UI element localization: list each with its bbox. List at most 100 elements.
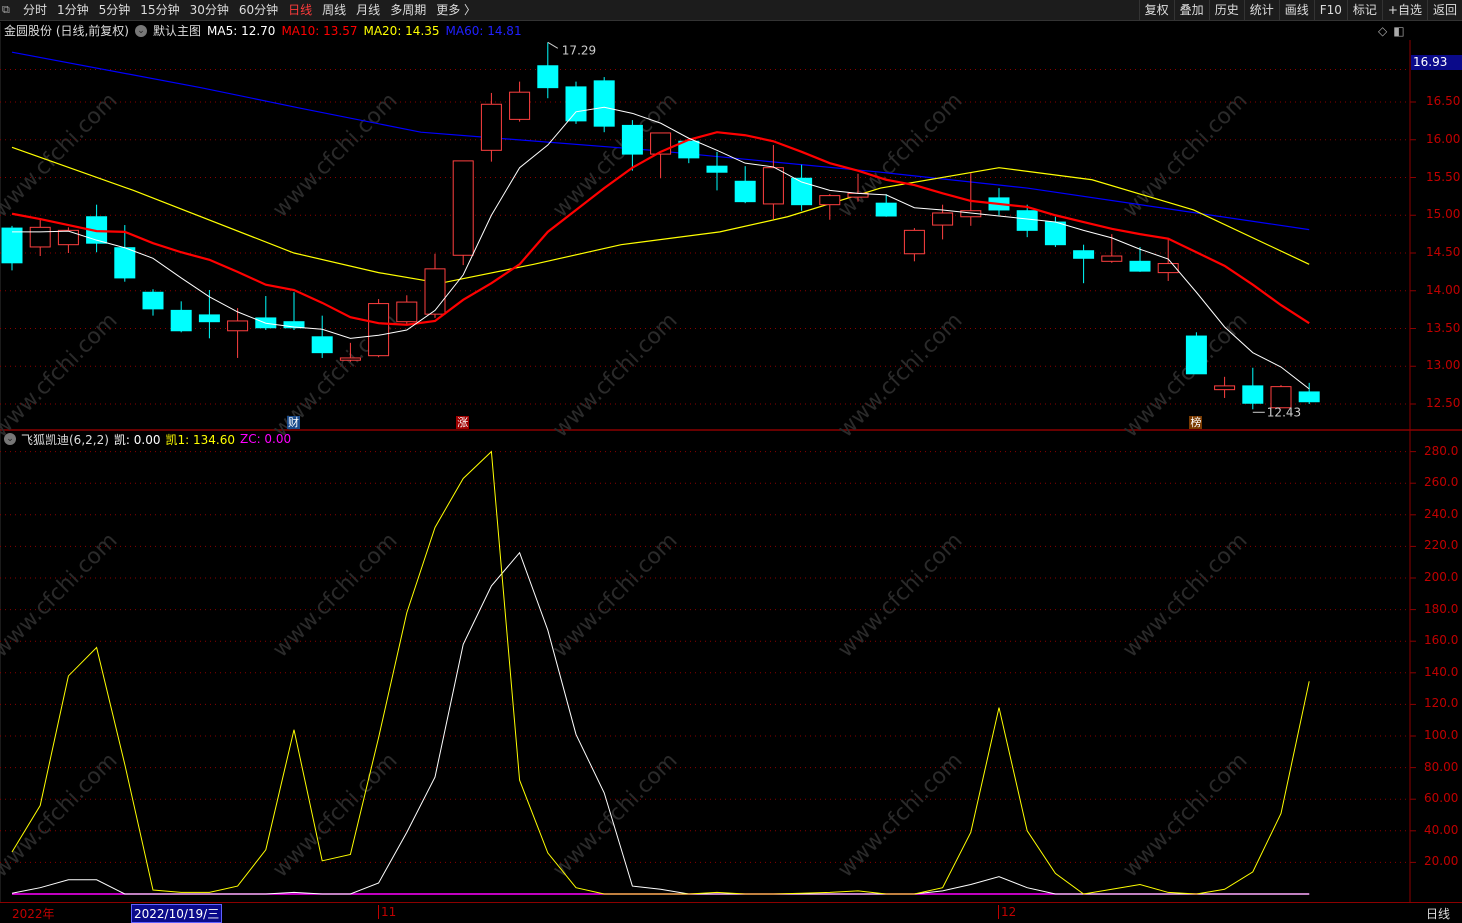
indicator-tick-label: 40.00 [1424, 822, 1459, 837]
chevron-down-icon[interactable]: ⌄ [4, 433, 16, 445]
high-pointer [547, 41, 559, 49]
event-marker[interactable]: 榜 [1189, 416, 1203, 429]
layout-toggle-icon[interactable]: ◧ [1393, 24, 1404, 38]
watermark: www.cfchi.com [268, 88, 402, 222]
template-name[interactable]: 默认主图 [153, 22, 201, 39]
price-tick-label: 12.50 [1426, 396, 1461, 410]
price-tick-label: 16.50 [1426, 94, 1461, 108]
candle-down [1044, 221, 1066, 246]
adjust-button[interactable]: 复权 [1138, 0, 1174, 21]
stock-name: 金圆股份 (日线,前复权) [4, 24, 129, 38]
candle-down [1129, 260, 1151, 272]
draw-button[interactable]: 画线 [1278, 0, 1314, 21]
watermark: www.cfchi.com [1118, 528, 1252, 662]
watermark: www.cfchi.com [833, 88, 967, 222]
candle-up [1157, 263, 1179, 274]
kai-line [11, 551, 1310, 895]
add-watchlist-button[interactable]: +自选 [1381, 0, 1427, 21]
high-price-label: 17.29 [562, 43, 596, 57]
price-tick-label: 16.00 [1426, 131, 1461, 146]
candle-down [593, 80, 615, 127]
candle-down [114, 247, 136, 279]
ma10-value: MA10: 13.57 [281, 23, 358, 38]
event-marker[interactable]: 涨 [456, 416, 470, 429]
candle-down [170, 309, 192, 332]
watermark: www.cfchi.com [548, 528, 682, 662]
candle-up [509, 91, 531, 120]
price-tick-label: 14.50 [1426, 245, 1461, 259]
watermark: www.cfchi.com [833, 528, 967, 662]
candle-up [339, 357, 361, 361]
watermark: www.cfchi.com [0, 748, 123, 882]
watermark: www.cfchi.com [0, 308, 123, 442]
candle-down [875, 202, 897, 217]
candle-down [537, 65, 559, 89]
watermark: www.cfchi.com [268, 528, 402, 662]
candle-down [1185, 335, 1207, 375]
candle-down [706, 165, 728, 173]
month-12-label: 12 [998, 905, 1016, 919]
event-marker[interactable]: 财 [287, 416, 300, 429]
f10-button[interactable]: F10 [1313, 0, 1347, 21]
tab-30min[interactable]: 30分钟 [185, 0, 234, 21]
kai-value: 凯: 0.00 [113, 432, 161, 447]
tab-60min[interactable]: 60分钟 [234, 0, 283, 21]
tab-5min[interactable]: 5分钟 [94, 0, 136, 21]
indicator-tick-label: 200.0 [1424, 570, 1459, 584]
price-tick-label: 14.00 [1426, 282, 1461, 297]
ma60-value: MA60: 14.81 [445, 23, 522, 38]
tab-multi-period[interactable]: 多周期 [385, 0, 431, 21]
kai1-value: 凯1: 134.60 [165, 432, 235, 447]
chevron-down-icon[interactable]: ⌄ [135, 24, 147, 37]
tab-15min[interactable]: 15分钟 [135, 0, 184, 21]
chart-canvas[interactable]: www.cfchi.com www.cfchi.com www.cfchi.com w… [0, 0, 1462, 921]
price-tick-label: 13.50 [1426, 320, 1461, 335]
candle-down [311, 336, 333, 354]
indicator-tick-label: 180.0 [1424, 601, 1459, 616]
candle-down [142, 291, 164, 310]
overlay-button[interactable]: 叠加 [1173, 0, 1209, 21]
candle-up [368, 303, 390, 357]
candle-down [1298, 391, 1320, 403]
tab-more[interactable]: 更多 〉 [431, 0, 481, 21]
candle-up [227, 320, 249, 332]
zc-value: ZC: 0.00 [239, 432, 292, 446]
tab-daily[interactable]: 日线 [283, 0, 317, 21]
history-button[interactable]: 历史 [1208, 0, 1244, 21]
tab-1min[interactable]: 1分钟 [52, 0, 94, 21]
period-label: 日线 [1425, 907, 1450, 921]
candle-up [819, 195, 841, 206]
mark-button[interactable]: 标记 [1346, 0, 1382, 21]
tab-fenshi[interactable]: 分时 [18, 0, 52, 21]
candle-up [1101, 255, 1123, 262]
candle-down [565, 86, 587, 122]
stats-button[interactable]: 统计 [1243, 0, 1279, 21]
indicator-tick-label: 100.0 [1424, 728, 1459, 742]
candle-up [29, 226, 51, 248]
back-button[interactable]: 返回 [1426, 0, 1462, 21]
candle-up [932, 212, 954, 226]
year-label: 2022年 [12, 907, 55, 921]
ma20-value: MA20: 14.35 [363, 23, 440, 38]
indicator-tick-label: 160.0 [1424, 633, 1459, 648]
candle-up [1214, 385, 1236, 391]
candle-down [198, 314, 220, 323]
indicator-tick-label: 80.00 [1424, 759, 1459, 774]
candle-down [1073, 250, 1095, 259]
candle-down [734, 180, 756, 203]
tab-weekly[interactable]: 周线 [317, 0, 351, 21]
indicator-tick-label: 220.0 [1424, 538, 1459, 553]
indicator-name[interactable]: 飞狐凯迪(6,2,2) [21, 431, 109, 448]
tab-monthly[interactable]: 月线 [351, 0, 385, 21]
time-axis: 2022年 2022/10/19/三 11 12 日线 [0, 902, 1462, 923]
indicator-tick-label: 280.0 [1424, 443, 1459, 458]
chart-tools: ◇ ◧ [1378, 24, 1405, 38]
price-tick-label: 15.50 [1426, 169, 1461, 184]
candle-up [762, 167, 784, 205]
price-tick-label: 15.00 [1426, 207, 1461, 222]
indicator-tick-label: 120.0 [1424, 696, 1459, 711]
current-price-label: 16.93 [1411, 55, 1462, 70]
main-chart-legend: 金圆股份 (日线,前复权) ⌄ 默认主图 MA5: 12.70 MA10: 13… [4, 22, 522, 39]
panel-toggle-icon[interactable]: ⧉ [0, 3, 18, 17]
diamond-icon[interactable]: ◇ [1378, 24, 1387, 38]
